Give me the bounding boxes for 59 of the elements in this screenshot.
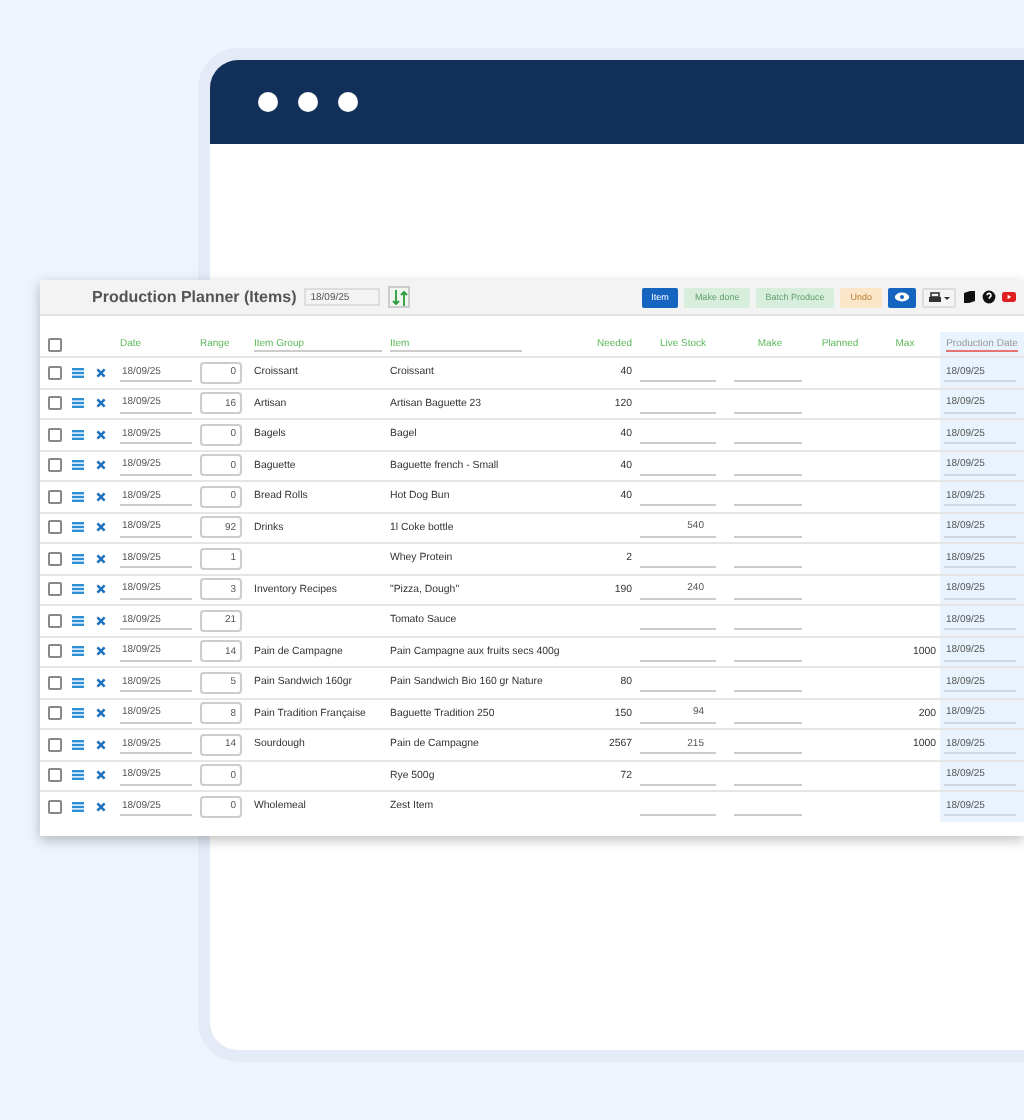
row-checkbox[interactable] xyxy=(48,768,62,783)
menu-icon[interactable] xyxy=(72,739,84,750)
menu-icon[interactable] xyxy=(72,429,84,440)
row-checkbox[interactable] xyxy=(48,458,62,473)
eye-icon xyxy=(894,292,910,302)
delete-icon[interactable] xyxy=(96,429,106,440)
menu-icon[interactable] xyxy=(72,398,84,409)
row-checkbox[interactable] xyxy=(48,365,62,380)
row-checkbox[interactable] xyxy=(48,644,62,659)
sort-arrows-icon xyxy=(391,289,408,305)
delete-icon[interactable] xyxy=(96,770,106,781)
select-all-checkbox[interactable] xyxy=(48,337,62,351)
delete-icon[interactable] xyxy=(96,553,106,564)
row-checkbox[interactable] xyxy=(48,489,62,504)
menu-icon[interactable] xyxy=(72,584,84,595)
row-checkbox[interactable] xyxy=(48,582,62,597)
delete-icon[interactable] xyxy=(96,584,106,595)
delete-icon[interactable] xyxy=(96,460,106,471)
menu-icon[interactable] xyxy=(72,491,84,502)
menu-icon[interactable] xyxy=(72,646,84,657)
row-checkbox[interactable] xyxy=(48,799,62,814)
row-checkbox[interactable] xyxy=(48,520,62,535)
menu-icon[interactable] xyxy=(72,367,84,378)
delete-icon[interactable] xyxy=(96,646,106,657)
delete-icon[interactable] xyxy=(96,367,106,378)
menu-icon[interactable] xyxy=(72,770,84,781)
delete-icon[interactable] xyxy=(96,739,106,750)
print-dropdown-button[interactable] xyxy=(922,287,956,307)
window-dot-icon xyxy=(298,92,318,112)
delete-icon[interactable] xyxy=(96,615,106,626)
row-checkbox[interactable] xyxy=(48,737,62,752)
window-dot-icon xyxy=(258,92,278,112)
delete-icon[interactable] xyxy=(96,677,106,688)
menu-icon[interactable] xyxy=(72,522,84,533)
menu-icon[interactable] xyxy=(72,460,84,471)
view-button[interactable] xyxy=(888,287,916,307)
help-icon[interactable] xyxy=(982,290,996,304)
menu-icon[interactable] xyxy=(72,708,84,719)
row-checkbox[interactable] xyxy=(48,706,62,721)
menu-icon[interactable] xyxy=(72,553,84,564)
window-dot-icon xyxy=(338,92,358,112)
row-checkbox[interactable] xyxy=(48,396,62,411)
printer-icon xyxy=(928,291,950,303)
delete-icon[interactable] xyxy=(96,708,106,719)
row-checkbox[interactable] xyxy=(48,613,62,628)
delete-icon[interactable] xyxy=(96,398,106,409)
book-icon[interactable] xyxy=(962,290,976,304)
menu-icon[interactable] xyxy=(72,615,84,626)
menu-icon[interactable] xyxy=(72,801,84,812)
row-checkbox[interactable] xyxy=(48,675,62,690)
planner-title: Production Planner (Items) xyxy=(92,288,297,306)
row-checkbox[interactable] xyxy=(48,551,62,566)
video-play-icon[interactable] xyxy=(1002,292,1016,302)
row-checkbox[interactable] xyxy=(48,427,62,442)
sort-button[interactable] xyxy=(388,286,411,308)
delete-icon[interactable] xyxy=(96,522,106,533)
delete-icon[interactable] xyxy=(96,801,106,812)
delete-icon[interactable] xyxy=(96,491,106,502)
menu-icon[interactable] xyxy=(72,677,84,688)
